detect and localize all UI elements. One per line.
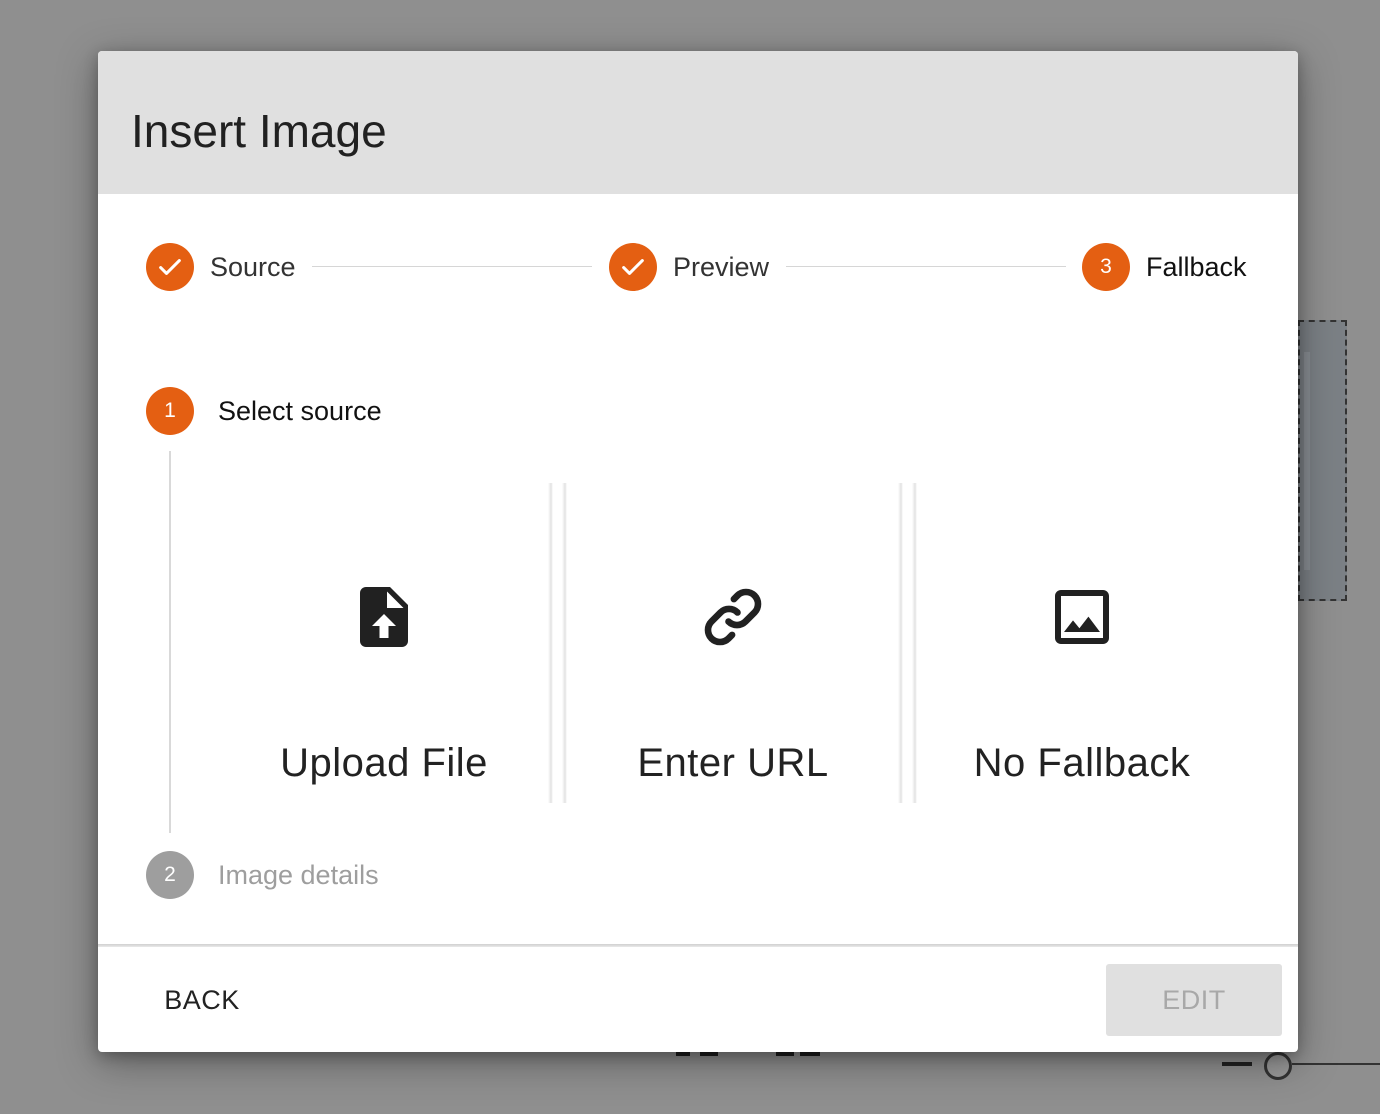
edit-button[interactable]: EDIT: [1106, 964, 1282, 1036]
step-number-badge: 3: [1082, 243, 1130, 291]
insert-image-dialog: Insert Image Source Preview 3 Fallback 1…: [98, 51, 1298, 1052]
source-options: Upload File Enter URL No Fallback: [218, 483, 1250, 803]
back-button[interactable]: BACK: [146, 964, 258, 1036]
substep-label: Select source: [218, 395, 382, 426]
background-selection-box: [1298, 320, 1347, 601]
step-label: Preview: [673, 251, 770, 282]
substep-number-badge: 2: [146, 851, 194, 899]
option-label: Enter URL: [637, 741, 829, 785]
step-label: Fallback: [1146, 251, 1247, 282]
upload-file-icon: [348, 581, 420, 653]
upload-file-option[interactable]: Upload File: [218, 483, 550, 803]
link-icon: [697, 581, 769, 653]
step-label: Source: [210, 251, 296, 282]
option-label: No Fallback: [973, 741, 1191, 785]
card-divider: [898, 483, 903, 803]
check-icon: [159, 259, 181, 275]
substep-connector: [169, 451, 171, 833]
step-source[interactable]: Source: [146, 243, 296, 291]
step-connector: [786, 266, 1066, 267]
step-fallback[interactable]: 3 Fallback: [1082, 243, 1247, 291]
step-completed-badge: [609, 243, 657, 291]
background-selection-fill: [1304, 352, 1310, 570]
step-preview[interactable]: Preview: [609, 243, 769, 291]
substep-select-source[interactable]: 1 Select source: [146, 387, 382, 435]
step-completed-badge: [146, 243, 194, 291]
image-icon: [1046, 581, 1118, 653]
zoom-slider-thumb: [1264, 1052, 1292, 1080]
enter-url-option[interactable]: Enter URL: [567, 483, 899, 803]
step-connector: [312, 266, 592, 267]
substep-image-details: 2 Image details: [146, 851, 379, 899]
background-zoom-slider: [1222, 1050, 1380, 1080]
no-fallback-option[interactable]: No Fallback: [916, 483, 1248, 803]
substep-label: Image details: [218, 859, 379, 890]
card-divider: [548, 483, 553, 803]
substep-number-badge: 1: [146, 387, 194, 435]
dialog-title: Insert Image: [131, 105, 387, 157]
option-label: Upload File: [280, 741, 488, 785]
footer-divider: [98, 944, 1298, 947]
zoom-out-icon: [1222, 1062, 1252, 1066]
check-icon: [622, 259, 644, 275]
dialog-header: Insert Image: [98, 51, 1298, 194]
zoom-slider-track: [1292, 1063, 1380, 1065]
